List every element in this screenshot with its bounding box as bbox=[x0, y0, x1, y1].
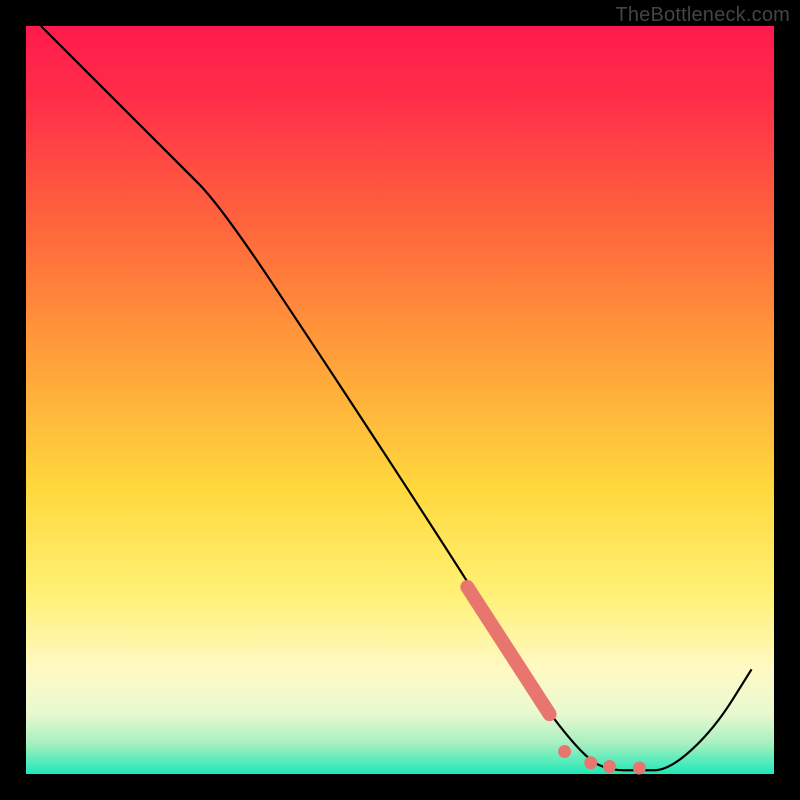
watermark-text: TheBottleneck.com bbox=[615, 4, 790, 27]
highlight-dot bbox=[558, 745, 571, 758]
chart-frame bbox=[0, 0, 800, 800]
highlight-dot bbox=[584, 756, 597, 769]
plot-background bbox=[26, 26, 774, 774]
chart-svg bbox=[0, 0, 800, 800]
highlight-dot bbox=[633, 762, 646, 775]
highlight-dot bbox=[603, 760, 616, 773]
